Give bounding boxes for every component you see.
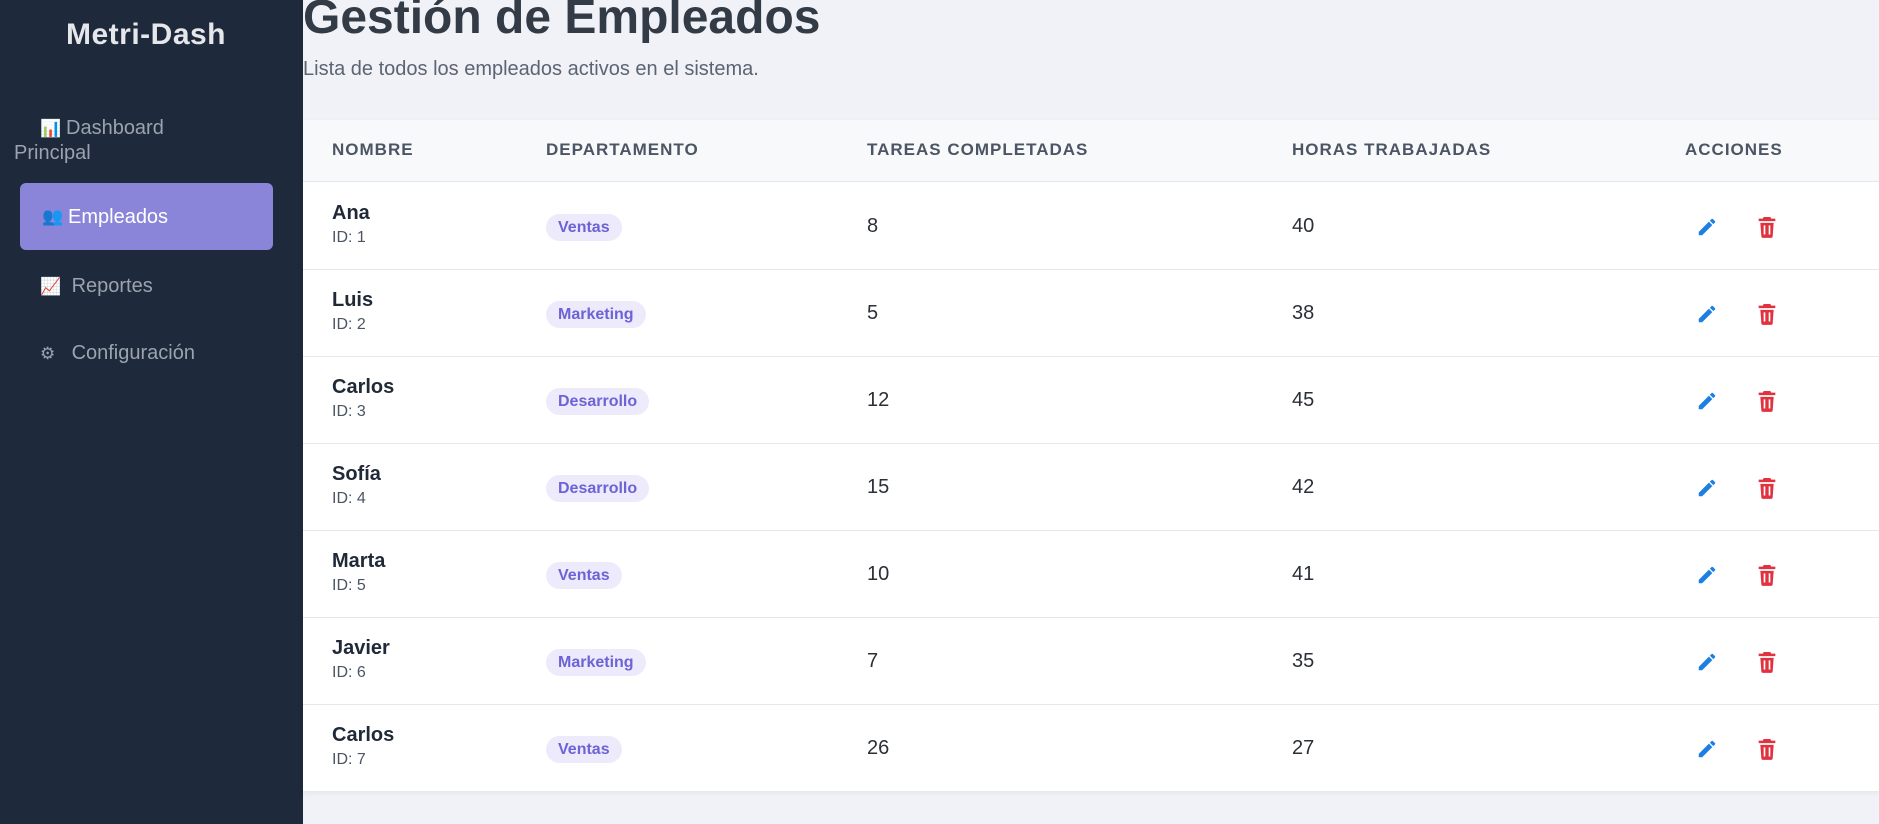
department-badge: Ventas xyxy=(546,214,622,241)
pencil-icon xyxy=(1696,564,1718,586)
table-row: Marta ID: 5 Ventas 10 41 xyxy=(303,531,1879,618)
sidebar-item-label: Configuración xyxy=(71,342,195,364)
tasks-completed: 26 xyxy=(867,737,890,759)
tasks-completed: 12 xyxy=(867,389,890,411)
table-row: Javier ID: 6 Marketing 7 35 xyxy=(303,618,1879,705)
hours-worked: 27 xyxy=(1292,737,1315,759)
edit-button[interactable] xyxy=(1693,474,1721,502)
edit-button[interactable] xyxy=(1693,648,1721,676)
trash-icon xyxy=(1757,303,1777,325)
hours-worked: 42 xyxy=(1292,476,1315,498)
edit-button[interactable] xyxy=(1693,387,1721,415)
tasks-completed: 10 xyxy=(867,563,890,585)
pencil-icon xyxy=(1696,738,1718,760)
tasks-completed: 8 xyxy=(867,215,879,237)
table-header: Nombre Departamento Tareas Completadas H… xyxy=(303,120,1879,182)
employee-name: Javier xyxy=(332,637,390,659)
pencil-icon xyxy=(1696,390,1718,412)
delete-button[interactable] xyxy=(1753,474,1781,502)
tasks-completed: 7 xyxy=(867,650,879,672)
edit-button[interactable] xyxy=(1693,735,1721,763)
table-row: Sofía ID: 4 Desarrollo 15 42 xyxy=(303,444,1879,531)
column-header-horas: Horas Trabajadas xyxy=(1292,140,1492,159)
bar-chart-icon: 📊 xyxy=(40,119,62,138)
delete-button[interactable] xyxy=(1753,648,1781,676)
trash-icon xyxy=(1757,564,1777,586)
employee-name: Luis xyxy=(332,289,374,311)
trend-chart-icon: 📈 xyxy=(40,277,62,296)
sidebar-item-label: Empleados xyxy=(68,205,169,228)
employee-name: Marta xyxy=(332,550,386,572)
table-row: Carlos ID: 7 Ventas 26 27 xyxy=(303,705,1879,791)
hours-worked: 38 xyxy=(1292,302,1315,324)
edit-button[interactable] xyxy=(1693,300,1721,328)
sidebar-item-empleados[interactable]: 👥 Empleados xyxy=(20,183,273,250)
sidebar-item-reportes[interactable]: 📈 Reportes xyxy=(20,274,273,299)
hours-worked: 40 xyxy=(1292,215,1315,237)
people-icon: 👥 xyxy=(42,206,64,226)
sidebar-item-label: Reportes xyxy=(71,275,153,297)
employee-id: ID: 6 xyxy=(332,664,366,681)
delete-button[interactable] xyxy=(1753,213,1781,241)
employee-id: ID: 2 xyxy=(332,316,366,333)
edit-button[interactable] xyxy=(1693,561,1721,589)
page-subtitle: Lista de todos los empleados activos en … xyxy=(303,58,759,80)
pencil-icon xyxy=(1696,216,1718,238)
delete-button[interactable] xyxy=(1753,735,1781,763)
sidebar-item-dashboard[interactable]: 📊 Dashboard Principal xyxy=(14,116,273,165)
tasks-completed: 5 xyxy=(867,302,879,324)
hours-worked: 35 xyxy=(1292,650,1315,672)
sidebar: Metri-Dash 📊 Dashboard Principal 👥 Emplead… xyxy=(0,0,303,824)
department-badge: Desarrollo xyxy=(546,475,650,502)
column-header-nombre: Nombre xyxy=(332,140,414,159)
gear-icon: ⚙ xyxy=(40,344,56,363)
pencil-icon xyxy=(1696,477,1718,499)
employee-name: Carlos xyxy=(332,724,395,746)
delete-button[interactable] xyxy=(1753,561,1781,589)
trash-icon xyxy=(1757,216,1777,238)
employee-id: ID: 3 xyxy=(332,403,366,420)
department-badge: Ventas xyxy=(546,736,622,763)
employees-table: Nombre Departamento Tareas Completadas H… xyxy=(303,120,1879,791)
table-row: Ana ID: 1 Ventas 8 40 xyxy=(303,183,1879,270)
department-badge: Marketing xyxy=(546,649,646,676)
employee-name: Sofía xyxy=(332,463,381,485)
department-badge: Marketing xyxy=(546,301,646,328)
sidebar-item-configuracion[interactable]: ⚙ Configuración xyxy=(20,341,273,366)
table-row: Luis ID: 2 Marketing 5 38 xyxy=(303,270,1879,357)
app-root: Metri-Dash 📊 Dashboard Principal 👥 Emplead… xyxy=(0,0,1879,824)
edit-button[interactable] xyxy=(1693,213,1721,241)
page-title: Gestión de Empleados xyxy=(303,0,821,44)
employee-name: Ana xyxy=(332,202,370,224)
employee-id: ID: 7 xyxy=(332,751,366,768)
trash-icon xyxy=(1757,651,1777,673)
trash-icon xyxy=(1757,738,1777,760)
trash-icon xyxy=(1757,390,1777,412)
employee-id: ID: 1 xyxy=(332,229,366,246)
brand-logo: Metri-Dash xyxy=(65,18,227,51)
department-badge: Desarrollo xyxy=(546,388,650,415)
hours-worked: 45 xyxy=(1292,389,1315,411)
pencil-icon xyxy=(1696,303,1718,325)
employee-name: Carlos xyxy=(332,376,395,398)
delete-button[interactable] xyxy=(1753,300,1781,328)
hours-worked: 41 xyxy=(1292,563,1315,585)
delete-button[interactable] xyxy=(1753,387,1781,415)
employee-id: ID: 5 xyxy=(332,577,366,594)
employee-id: ID: 4 xyxy=(332,490,366,507)
column-header-acciones: Acciones xyxy=(1685,140,1783,159)
tasks-completed: 15 xyxy=(867,476,890,498)
trash-icon xyxy=(1757,477,1777,499)
table-row: Carlos ID: 3 Desarrollo 12 45 xyxy=(303,357,1879,444)
main-content: Gestión de Empleados Lista de todos los … xyxy=(303,0,1879,824)
pencil-icon xyxy=(1696,651,1718,673)
department-badge: Ventas xyxy=(546,562,622,589)
column-header-tareas: Tareas Completadas xyxy=(867,140,1089,159)
column-header-departamento: Departamento xyxy=(546,140,699,159)
